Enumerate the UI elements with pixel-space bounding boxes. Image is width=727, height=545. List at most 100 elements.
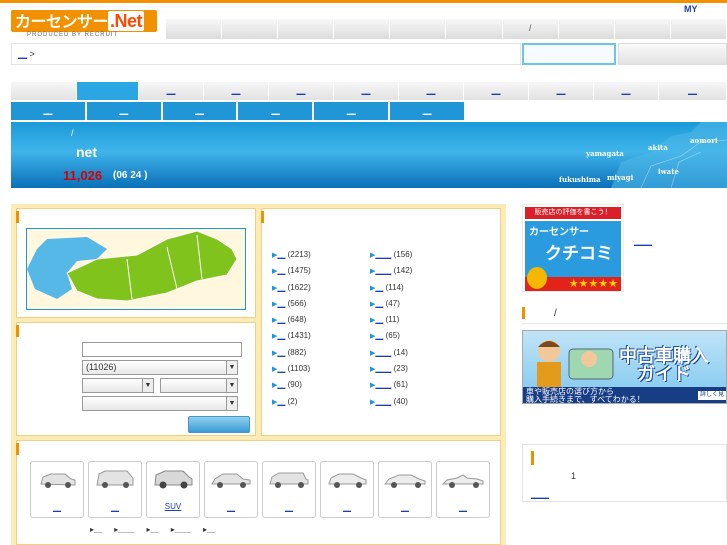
gnav-item[interactable] bbox=[446, 19, 503, 39]
region-banner: / net 11,026 (06 24 ) aomori akita yamag… bbox=[11, 122, 727, 188]
section-bullet bbox=[16, 443, 19, 455]
convertible-icon bbox=[441, 474, 484, 488]
model-select[interactable]: ▼ bbox=[160, 378, 238, 393]
keyword-search-button[interactable] bbox=[618, 43, 727, 65]
section-bullet bbox=[261, 211, 264, 223]
type-link[interactable]: ▸＿＿ bbox=[114, 525, 134, 534]
tab-area[interactable] bbox=[11, 82, 77, 100]
tab-area[interactable]: ＿ bbox=[139, 82, 204, 100]
tab-prefecture[interactable]: ＿ bbox=[162, 102, 237, 120]
kuchikomi-link[interactable]: ＿＿ bbox=[634, 234, 652, 247]
car-type-card[interactable]: ＿ bbox=[204, 461, 258, 518]
chevron-down-icon: ▼ bbox=[226, 397, 237, 410]
prefecture-map-icon bbox=[27, 230, 238, 302]
list-item: ▶＿＿ (23) bbox=[370, 364, 408, 374]
area-map[interactable] bbox=[26, 228, 246, 310]
list-item: ▶＿ (882) bbox=[272, 347, 307, 357]
list-item: ▶＿ (1622) bbox=[272, 282, 311, 292]
tab-area-active[interactable] bbox=[77, 82, 139, 100]
prefecture-tabs: ＿ ＿ ＿ ＿ ＿ ＿ bbox=[11, 102, 466, 120]
section-bullet bbox=[531, 451, 534, 465]
tab-area[interactable]: ＿ bbox=[594, 82, 659, 100]
list-item: ▶＿ (1475) bbox=[272, 266, 311, 276]
banner-title: net bbox=[76, 144, 97, 160]
gnav-item[interactable] bbox=[670, 19, 727, 39]
area-tabs: ＿ ＿ ＿ ＿ ＿ ＿ ＿ ＿ ＿ bbox=[11, 82, 727, 100]
more-button[interactable]: 詳しく見る bbox=[698, 391, 726, 403]
list-item: ▶＿ (2213) bbox=[272, 250, 311, 259]
top-accent-bar bbox=[0, 0, 727, 3]
city-list-right: ▶＿＿ (156) ▶＿＿ (142) ▶＿ (114) ▶＿ (47) ▶＿ … bbox=[370, 247, 412, 410]
search-submit-button[interactable] bbox=[188, 416, 250, 433]
list-item: ▶＿ (114) bbox=[370, 282, 404, 292]
tab-area[interactable]: ＿ bbox=[659, 82, 727, 100]
breadcrumb-home-link[interactable]: ＿ bbox=[18, 49, 27, 59]
type-link[interactable]: ▸＿ bbox=[90, 525, 102, 534]
list-item: ▶＿ (1431) bbox=[272, 331, 311, 341]
tab-area[interactable]: ＿ bbox=[399, 82, 464, 100]
mascot-icon bbox=[527, 267, 547, 289]
sedan-icon bbox=[211, 473, 251, 488]
prefecture-label: fukushima bbox=[559, 175, 601, 184]
list-item: ▶＿＿ (40) bbox=[370, 396, 408, 406]
listing-count: 11,026 bbox=[63, 168, 103, 183]
tab-area[interactable]: ＿ bbox=[204, 82, 269, 100]
section-bullet bbox=[16, 325, 19, 337]
car-type-card[interactable]: ＿ bbox=[88, 461, 142, 518]
section-bullet bbox=[16, 211, 19, 223]
info-link[interactable]: ＿＿ bbox=[531, 487, 549, 500]
car-type-card[interactable]: ＿ bbox=[378, 461, 432, 518]
gnav-item[interactable]: / bbox=[502, 19, 559, 39]
list-item: ▶＿＿ (142) bbox=[370, 266, 413, 276]
tab-area[interactable]: ＿ bbox=[269, 82, 334, 100]
tab-area[interactable]: ＿ bbox=[529, 82, 594, 100]
type-link[interactable]: ▸＿ bbox=[147, 525, 159, 534]
chevron-down-icon: ▼ bbox=[226, 361, 237, 374]
tab-prefecture[interactable]: ＿ bbox=[314, 102, 389, 120]
keyword-field[interactable] bbox=[82, 342, 242, 357]
minivan-icon bbox=[96, 470, 134, 488]
buying-guide-banner[interactable]: 中古車購入 ガイド 車や販売店の選び方から 購入手続きまで、すべてわかる！ 詳しく… bbox=[522, 330, 727, 404]
list-item: ▶＿ (90) bbox=[272, 380, 302, 390]
people-illustration-icon bbox=[537, 340, 614, 387]
list-item: ▶＿ (1103) bbox=[272, 364, 311, 374]
type-link[interactable]: ▸＿ bbox=[203, 525, 215, 534]
prefecture-label: iwate bbox=[658, 167, 679, 176]
car-type-card[interactable]: ＿ bbox=[262, 461, 316, 518]
coupe-icon bbox=[383, 474, 426, 488]
tab-area[interactable]: ＿ bbox=[334, 82, 399, 100]
tab-prefecture[interactable]: ＿ bbox=[390, 102, 464, 120]
gnav-item[interactable] bbox=[278, 19, 335, 39]
chevron-down-icon: ▼ bbox=[226, 379, 237, 392]
tab-prefecture[interactable]: ＿ bbox=[11, 102, 85, 120]
price-select[interactable]: ▼ bbox=[82, 396, 238, 411]
gnav-item[interactable] bbox=[390, 19, 447, 39]
car-type-card[interactable]: ＿ bbox=[320, 461, 374, 518]
breadcrumb: ＿ > bbox=[11, 43, 521, 65]
wagon-icon bbox=[269, 472, 309, 488]
keyword-search-input[interactable] bbox=[522, 43, 616, 65]
car-type-card[interactable]: ＿ bbox=[436, 461, 490, 518]
maker-select[interactable]: ▼ bbox=[82, 378, 154, 393]
gnav-item[interactable] bbox=[166, 19, 223, 39]
tab-prefecture[interactable]: ＿ bbox=[86, 102, 161, 120]
carsensor-logo[interactable]: カーセンサー .Net PRODUCED BY RECRUIT bbox=[11, 10, 157, 40]
other-type-links: ▸＿ ▸＿＿ ▸＿ ▸＿＿ ▸＿ bbox=[90, 524, 225, 535]
car-type-card[interactable]: SUV bbox=[146, 461, 200, 518]
type-link[interactable]: ▸＿＿ bbox=[171, 525, 191, 534]
gnav-item[interactable] bbox=[558, 19, 615, 39]
side-section-header: / bbox=[522, 306, 727, 324]
compact-car-icon bbox=[40, 473, 76, 488]
hatchback-icon bbox=[328, 473, 367, 488]
list-item: ▶＿ (566) bbox=[272, 298, 307, 308]
gnav-item[interactable] bbox=[614, 19, 671, 39]
gnav-item[interactable] bbox=[222, 19, 279, 39]
car-type-card[interactable]: ＿ bbox=[30, 461, 84, 518]
tab-area[interactable]: ＿ bbox=[464, 82, 529, 100]
prefecture-label: akita bbox=[648, 143, 668, 152]
kuchikomi-banner[interactable]: 販売店の評価を書こう！ カーセンサー クチコミ ★★★★★ bbox=[522, 204, 624, 292]
tab-prefecture[interactable]: ＿ bbox=[238, 102, 313, 120]
area-select[interactable]: (11026) ▼ bbox=[82, 360, 238, 375]
gnav-item[interactable] bbox=[334, 19, 391, 39]
my-page-link[interactable]: MY bbox=[684, 4, 698, 14]
